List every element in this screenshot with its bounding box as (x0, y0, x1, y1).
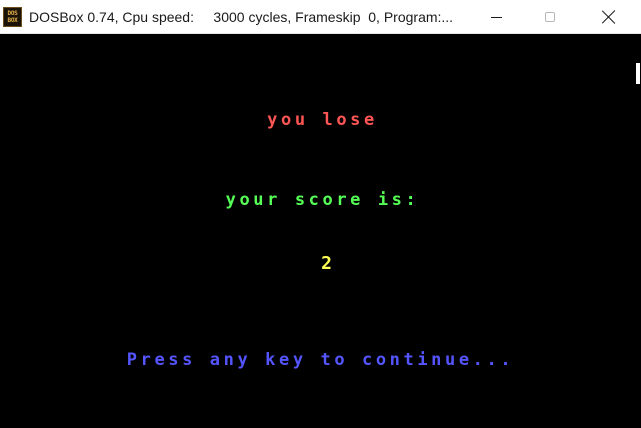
score-label: your score is: (225, 190, 420, 210)
maximize-icon (545, 12, 555, 22)
minimize-icon (490, 16, 502, 18)
dosbox-window: DOS BOX DOSBox 0.74, Cpu speed: 3000 cyc… (0, 0, 641, 428)
app-icon-text-bottom: BOX (7, 17, 18, 24)
lose-message: you lose (267, 110, 378, 130)
app-icon-text-top: DOS (7, 10, 18, 17)
continue-prompt: Press any key to continue... (126, 350, 515, 370)
close-button[interactable] (586, 0, 632, 34)
title-bar[interactable]: DOS BOX DOSBox 0.74, Cpu speed: 3000 cyc… (0, 0, 641, 34)
minimize-button[interactable] (473, 0, 519, 34)
mouse-cursor-icon (636, 63, 640, 84)
close-icon (602, 10, 616, 24)
window-title: DOSBox 0.74, Cpu speed: 3000 cycles, Fra… (29, 9, 454, 25)
dosbox-app-icon[interactable]: DOS BOX (3, 7, 22, 27)
maximize-button[interactable] (527, 0, 573, 34)
dos-screen[interactable]: you lose your score is: 2 Press any key … (0, 34, 641, 428)
score-value: 2 (321, 253, 332, 274)
